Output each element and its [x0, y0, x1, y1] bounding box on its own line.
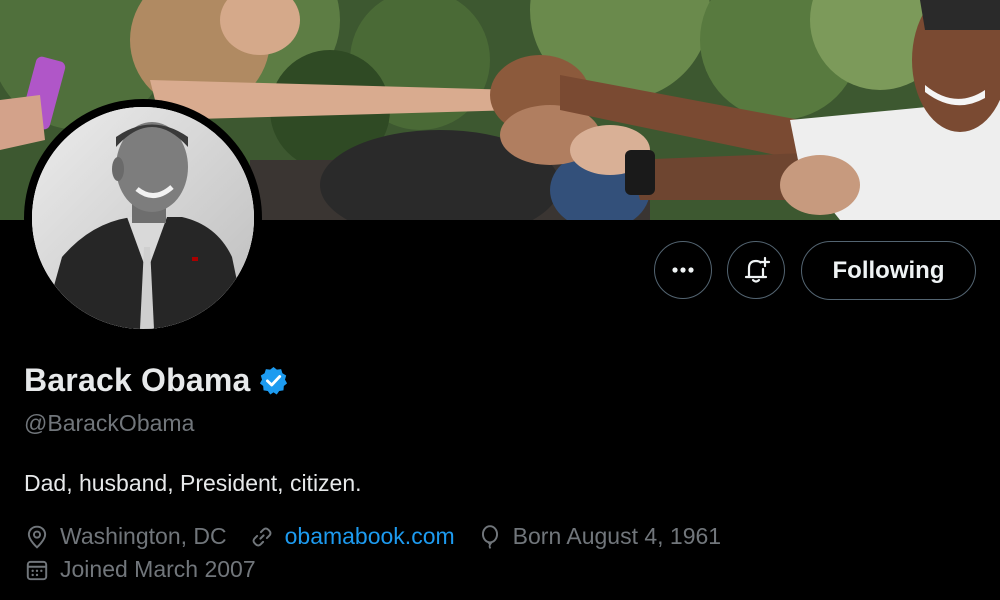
balloon-icon [481, 524, 498, 549]
verified-badge-icon[interactable] [258, 365, 289, 396]
profile-meta-row: Washington, DC obamabook.com Born August… [24, 523, 743, 550]
profile-bio: Dad, husband, President, citizen. [24, 470, 362, 496]
birthday-text: Born August 4, 1961 [512, 523, 722, 549]
notifications-button[interactable] [727, 241, 785, 299]
profile-page: Following Barack Obama @BarackObama Dad,… [0, 0, 1000, 600]
bell-plus-icon [744, 256, 771, 283]
website-link[interactable]: obamabook.com [285, 523, 455, 550]
calendar-icon [26, 560, 48, 580]
joined-text: Joined March 2007 [60, 556, 256, 582]
joined-item: Joined March 2007 [24, 556, 256, 583]
profile-name-row: Barack Obama [24, 362, 289, 399]
location-text: Washington, DC [60, 523, 227, 549]
birthday-item: Born August 4, 1961 [477, 523, 721, 550]
more-options-button[interactable] [654, 241, 712, 299]
profile-meta-row-2: Joined March 2007 [24, 556, 278, 583]
location-pin-icon [27, 525, 47, 549]
following-button[interactable]: Following [801, 241, 976, 300]
location-item: Washington, DC [24, 523, 227, 550]
more-horizontal-icon [672, 267, 694, 273]
link-icon [252, 527, 272, 546]
avatar-border [24, 99, 262, 337]
user-handle: @BarackObama [24, 410, 195, 436]
avatar[interactable] [32, 107, 254, 329]
display-name: Barack Obama [24, 362, 251, 398]
website-item: obamabook.com [249, 523, 455, 550]
